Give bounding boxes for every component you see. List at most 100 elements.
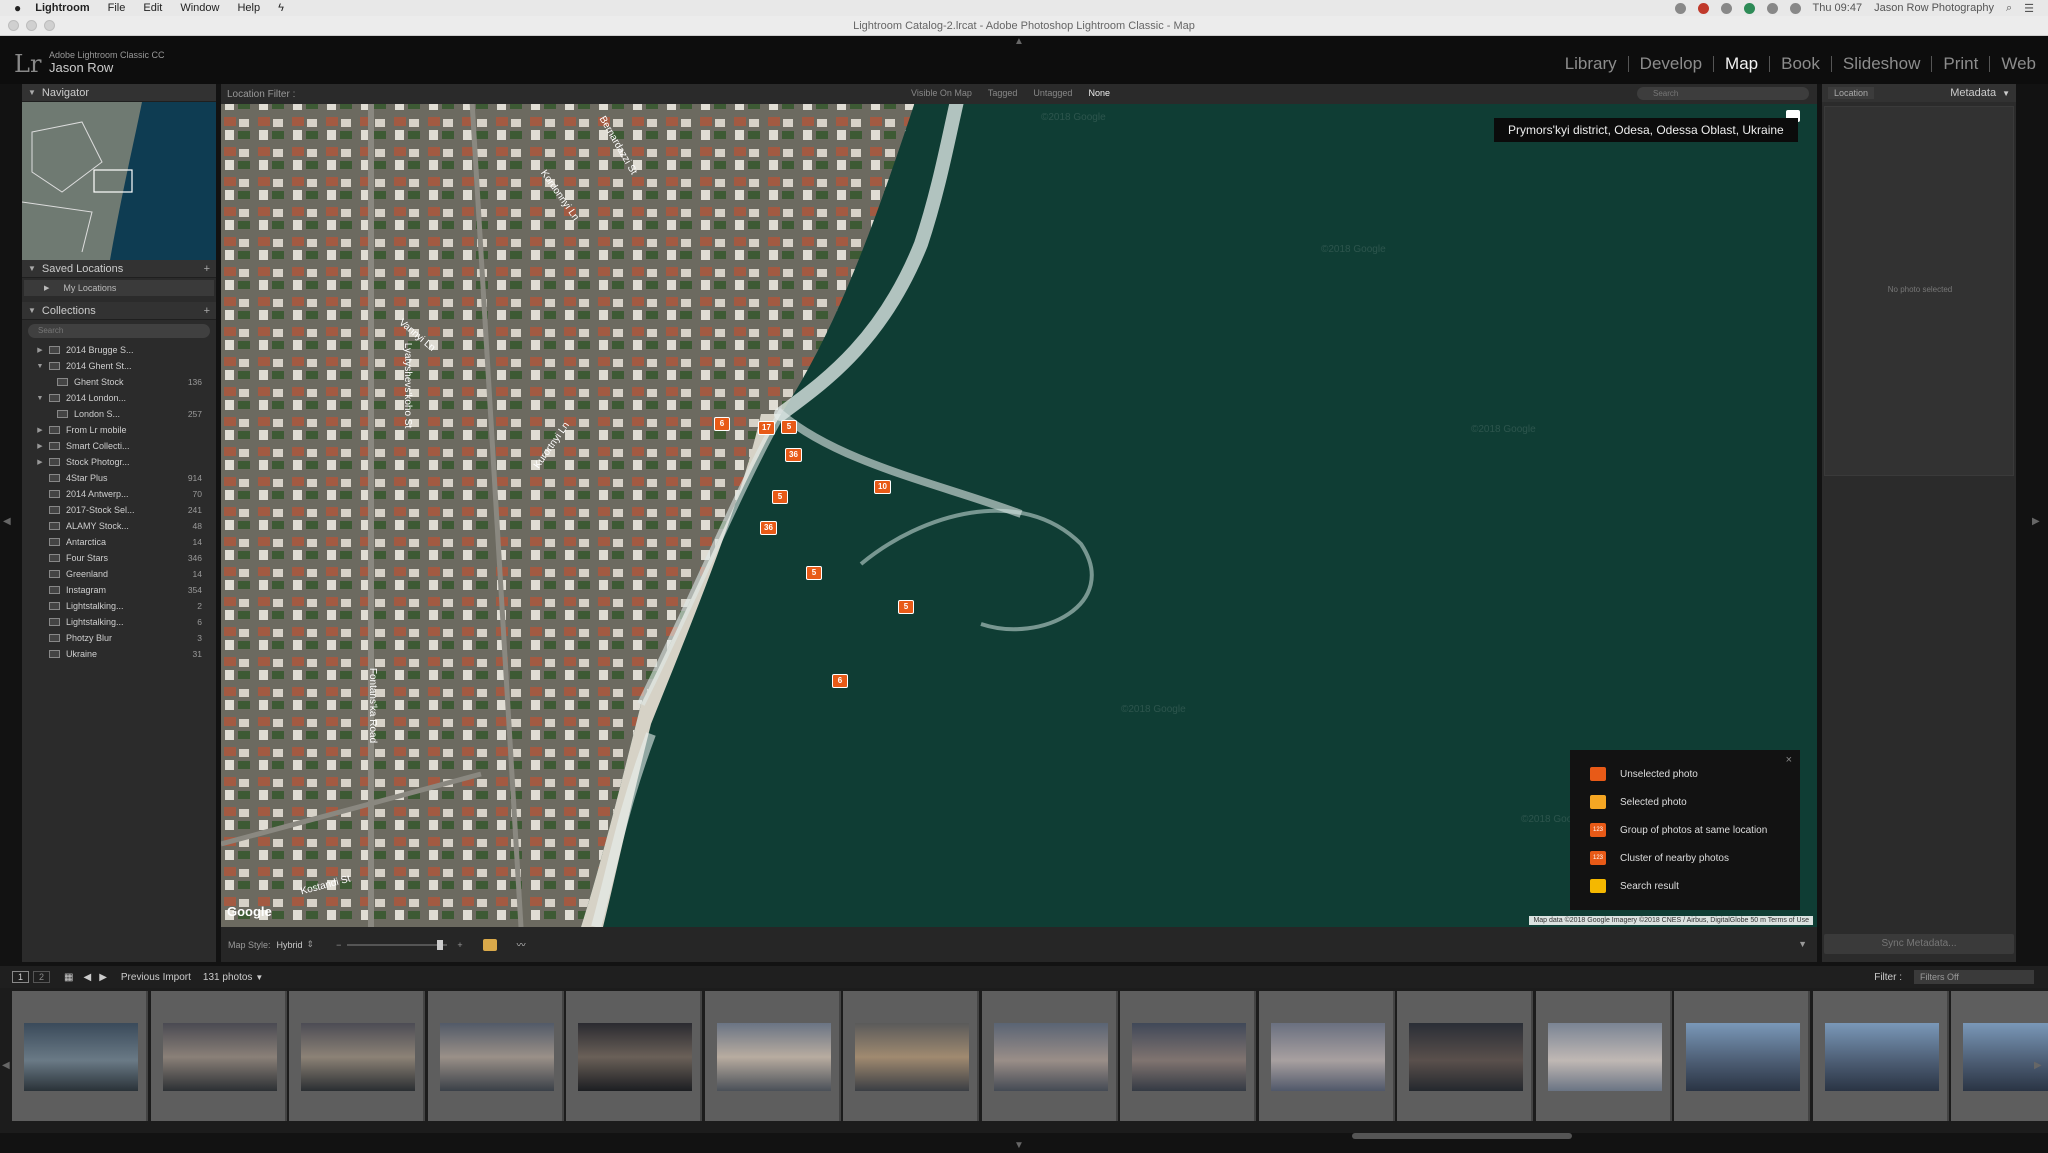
twisty-icon[interactable]: ▼ [36, 395, 44, 402]
secondary-window-button[interactable]: 2 [33, 971, 51, 983]
grid-view-icon[interactable]: ▦ [64, 972, 73, 983]
module-web[interactable]: Web [1990, 55, 2036, 72]
zoom-in-button[interactable]: + [457, 940, 462, 950]
expand-triangle-icon[interactable]: ▶ [44, 284, 49, 292]
zoom-slider-thumb[interactable] [437, 939, 444, 950]
thumbnail-image[interactable] [1409, 1023, 1523, 1091]
apple-menu-icon[interactable]: ● [14, 1, 21, 15]
module-slideshow[interactable]: Slideshow [1832, 55, 1933, 72]
map-pin[interactable]: 10 [874, 480, 891, 494]
close-window-button[interactable] [8, 20, 19, 31]
collection-item[interactable]: 2014 Antwerp... 70 [22, 486, 216, 502]
filmstrip-thumbnail[interactable] [1674, 991, 1810, 1121]
thumbnail-image[interactable] [578, 1023, 692, 1091]
menu-app[interactable]: Lightroom [35, 2, 89, 14]
filmstrip-thumbnail[interactable] [1812, 991, 1949, 1121]
collection-item[interactable]: 4Star Plus 914 [22, 470, 216, 486]
forward-arrow-icon[interactable]: ▶ [99, 972, 107, 983]
map-pin[interactable]: 6 [714, 417, 730, 431]
twisty-icon[interactable]: ▶ [36, 426, 44, 434]
collapse-triangle-icon[interactable]: ▼ [28, 306, 36, 315]
filmstrip-thumbnail[interactable] [704, 991, 841, 1121]
thumbnail-image[interactable] [716, 1023, 831, 1091]
collection-item[interactable]: Four Stars 346 [22, 550, 216, 566]
collection-item[interactable]: ▶ 2014 Brugge S... [22, 342, 216, 358]
module-map[interactable]: Map [1714, 55, 1771, 72]
add-collection-button[interactable]: + [204, 305, 210, 317]
collection-item[interactable]: London S... 257 [22, 406, 216, 422]
filter-tagged[interactable]: Tagged [982, 87, 1024, 99]
status-icon[interactable] [1674, 2, 1686, 14]
add-location-button[interactable]: + [204, 263, 210, 275]
map-style-select[interactable]: Hybrid [277, 940, 303, 950]
thumbnail-image[interactable] [1963, 1023, 2048, 1091]
zoom-out-button[interactable]: − [336, 940, 341, 950]
creative-cloud-icon[interactable] [1697, 2, 1709, 14]
thumbnail-image[interactable] [1686, 1023, 1800, 1091]
lightning-icon[interactable]: ϟ [278, 2, 284, 14]
top-panel-toggle-icon[interactable]: ▲ [1014, 36, 1024, 47]
metadata-preset-select[interactable]: Location [1828, 87, 1875, 99]
filmstrip-thumbnail[interactable] [1951, 991, 2048, 1121]
collection-item[interactable]: Instagram 354 [22, 582, 216, 598]
collection-item[interactable]: ALAMY Stock... 48 [22, 518, 216, 534]
filmstrip-scroll-right-icon[interactable]: ▶ [2034, 1060, 2042, 1071]
collection-item[interactable]: Ghent Stock 136 [22, 374, 216, 390]
menu-window[interactable]: Window [180, 2, 219, 14]
zoom-slider[interactable] [347, 939, 448, 950]
map-pin[interactable]: 6 [832, 674, 848, 688]
module-develop[interactable]: Develop [1629, 55, 1715, 72]
collections-search-input[interactable]: Search [28, 324, 210, 338]
filmstrip-thumbnail[interactable] [1397, 991, 1533, 1121]
spotlight-search-icon[interactable]: ⌕ [2006, 2, 2012, 15]
collection-item[interactable]: ▶ From Lr mobile [22, 422, 216, 438]
filmstrip-thumbnail[interactable] [427, 991, 564, 1121]
thumbnail-image[interactable] [162, 1023, 277, 1091]
thumbnail-image[interactable] [439, 1023, 554, 1091]
filmstrip-thumbnail[interactable] [289, 991, 425, 1121]
module-book[interactable]: Book [1770, 55, 1832, 72]
collection-item[interactable]: ▶ Smart Collecti... [22, 438, 216, 454]
filter-select[interactable]: Filters Off [1914, 970, 2034, 984]
minimize-window-button[interactable] [26, 20, 37, 31]
menu-list-icon[interactable]: ☰ [2024, 2, 2034, 15]
collection-item[interactable]: 2017-Stock Sel... 241 [22, 502, 216, 518]
dropdown-arrow-icon[interactable]: ▼ [255, 973, 263, 982]
sync-metadata-button[interactable]: Sync Metadata... [1824, 934, 2014, 954]
bottom-panel-toggle-icon[interactable]: ▼ [1014, 1140, 1024, 1151]
thumbnail-image[interactable] [993, 1023, 1108, 1091]
thumbnail-image[interactable] [301, 1023, 415, 1091]
map-pin[interactable]: 36 [760, 521, 777, 535]
time-machine-icon[interactable] [1766, 2, 1778, 14]
map-pin[interactable]: 17 [758, 421, 775, 435]
filmstrip-thumbnail[interactable] [1258, 991, 1395, 1121]
right-panel-toggle-icon[interactable]: ▶ [2032, 516, 2040, 527]
thumbnail-image[interactable] [1824, 1023, 1939, 1091]
lock-icon[interactable] [482, 938, 497, 951]
collection-item[interactable]: Lightstalking... 6 [22, 614, 216, 630]
filter-untagged[interactable]: Untagged [1027, 87, 1078, 99]
back-arrow-icon[interactable]: ◀ [83, 972, 91, 983]
collection-item[interactable]: Antarctica 14 [22, 534, 216, 550]
module-print[interactable]: Print [1932, 55, 1991, 72]
main-window-button[interactable]: 1 [12, 971, 30, 983]
map-pin[interactable]: 36 [785, 448, 802, 462]
select-arrows-icon[interactable]: ⇕ [307, 939, 315, 950]
thumbnail-image[interactable] [1547, 1023, 1662, 1091]
collections-header[interactable]: ▼ Collections + [22, 302, 216, 320]
my-locations-folder[interactable]: ▶ My Locations [24, 280, 214, 296]
metadata-header[interactable]: Metadata [1950, 87, 1996, 99]
filmstrip-thumbnail[interactable] [12, 991, 148, 1121]
toolbar-menu-arrow-icon[interactable]: ▼ [1798, 939, 1807, 949]
map-pin[interactable]: 5 [898, 600, 914, 614]
collection-item[interactable]: Lightstalking... 2 [22, 598, 216, 614]
map-pin[interactable]: 5 [772, 490, 788, 504]
map-attribution[interactable]: Map data ©2018 Google Imagery ©2018 CNES… [1529, 916, 1813, 925]
collapse-triangle-icon[interactable]: ▼ [28, 264, 36, 273]
menu-file[interactable]: File [108, 2, 126, 14]
filter-visible-on-map[interactable]: Visible On Map [905, 87, 978, 99]
collapse-triangle-icon[interactable]: ▼ [28, 88, 36, 97]
twisty-icon[interactable]: ▼ [36, 363, 44, 370]
close-legend-icon[interactable]: × [1786, 754, 1792, 766]
user-name[interactable]: Jason Row Photography [1874, 2, 1994, 14]
